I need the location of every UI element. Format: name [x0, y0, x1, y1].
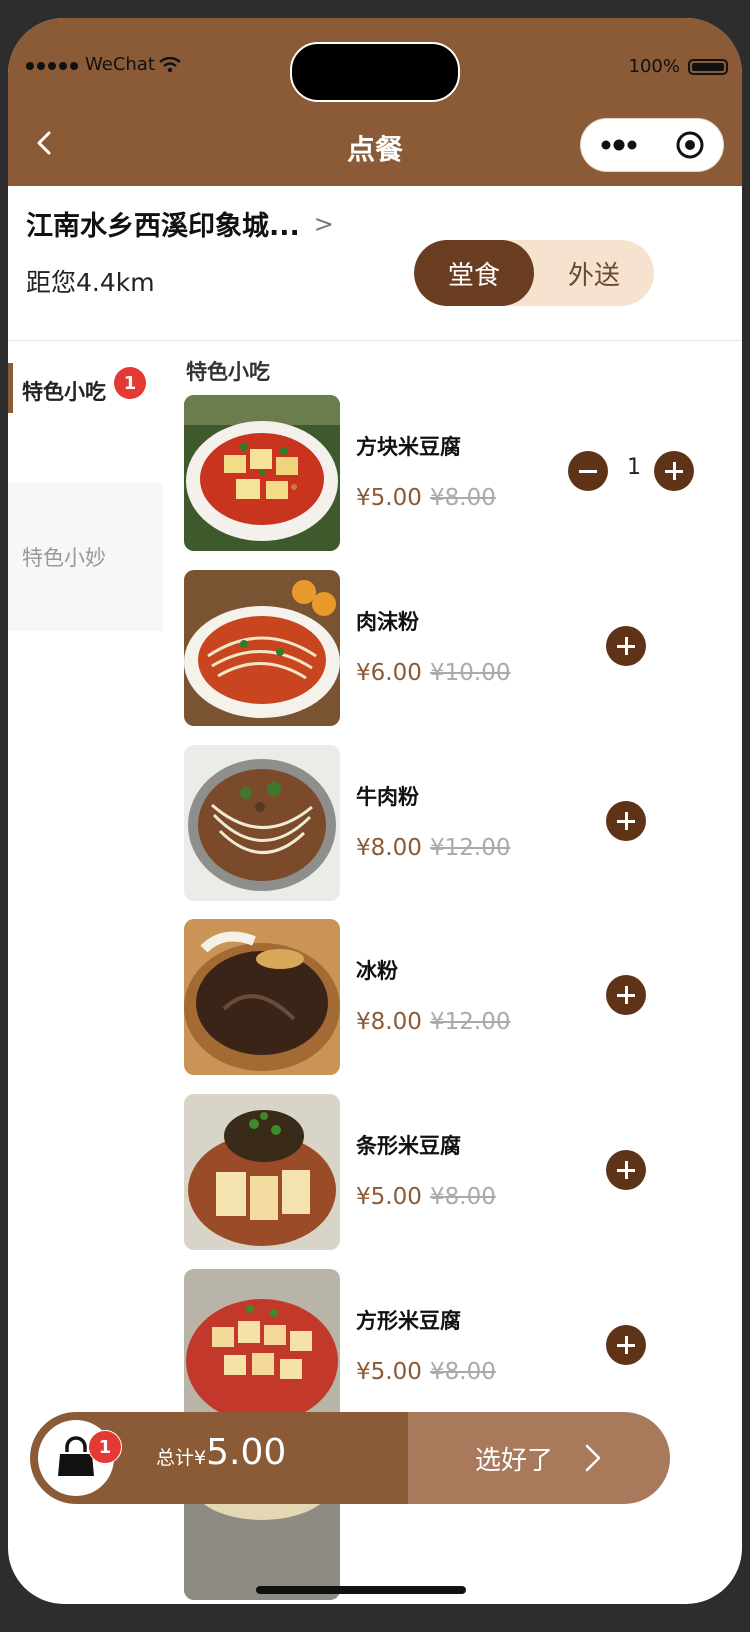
dish-original-price: ¥8.00	[430, 1359, 496, 1385]
dish-original-price: ¥12.00	[430, 1009, 511, 1035]
store-arrow-icon: >	[313, 209, 334, 238]
dine-in-tab[interactable]: 堂食	[414, 240, 534, 306]
dish-name: 牛肉粉	[356, 785, 419, 809]
total-label: 总计¥	[156, 1447, 207, 1469]
checkout-button[interactable]: 选好了	[408, 1412, 670, 1504]
add-to-cart-button[interactable]	[606, 801, 646, 841]
camera-notch	[290, 42, 460, 102]
delivery-tab[interactable]: 外送	[534, 240, 654, 306]
dish-price: ¥6.00	[356, 660, 422, 686]
dish-price: ¥5.00	[356, 1184, 422, 1210]
dish-name: 方块米豆腐	[356, 435, 461, 459]
dish-name: 冰粉	[356, 959, 398, 983]
wifi-icon	[159, 56, 181, 72]
cart-total: 总计¥ 5.00	[156, 1432, 286, 1473]
order-mode-toggle: 堂食 外送	[414, 240, 654, 306]
category-sidebar: 特色小吃 1 特色小妙	[8, 341, 163, 631]
dish-price: ¥8.00	[356, 1009, 422, 1035]
cart-bar: 总计¥ 5.00 选好了	[30, 1412, 670, 1504]
dish-image[interactable]	[184, 395, 340, 551]
signal-icon	[26, 54, 81, 75]
dish-image[interactable]	[184, 919, 340, 1075]
checkout-label: 选好了	[474, 1445, 553, 1476]
menu-item[interactable]: 条形米豆腐 ¥5.00 ¥8.00	[176, 1094, 736, 1252]
menu-item[interactable]: 肉沫粉 ¥6.00 ¥10.00	[176, 570, 736, 728]
carrier-name: WeChat	[85, 54, 155, 75]
store-info[interactable]: 江南水乡西溪印象城... > 距您4.4km	[26, 204, 334, 299]
status-right: 100%	[629, 56, 728, 77]
dish-image[interactable]	[184, 745, 340, 901]
dish-original-price: ¥10.00	[430, 660, 511, 686]
cart-summary[interactable]: 总计¥ 5.00	[30, 1412, 408, 1504]
dish-name: 肉沫粉	[356, 610, 419, 634]
add-to-cart-button[interactable]	[606, 1325, 646, 1365]
dish-price: ¥8.00	[356, 835, 422, 861]
dish-original-price: ¥12.00	[430, 835, 511, 861]
sidebar-item-label: 特色小吃	[22, 380, 106, 404]
store-name-row[interactable]: 江南水乡西溪印象城... >	[26, 204, 334, 243]
dish-name: 方形米豆腐	[356, 1309, 461, 1333]
status-left: WeChat	[26, 54, 181, 75]
section-title: 特色小吃	[186, 360, 270, 384]
add-to-cart-button[interactable]	[606, 1150, 646, 1190]
phone-screen: WeChat 100% 点餐 江南水乡西溪印象城... > 距您4.4km 堂食…	[8, 18, 742, 1604]
add-to-cart-button[interactable]	[606, 975, 646, 1015]
chevron-right-icon	[585, 1444, 601, 1472]
increase-quantity-button[interactable]	[654, 451, 694, 491]
close-miniprogram-icon[interactable]	[674, 129, 706, 161]
menu-item[interactable]: 牛肉粉 ¥8.00 ¥12.00	[176, 745, 736, 903]
header: WeChat 100% 点餐	[8, 18, 742, 186]
menu-item[interactable]: 方块米豆腐 ¥5.00 ¥8.00 1	[176, 395, 736, 553]
sidebar-item-stirfry[interactable]: 特色小妙	[8, 483, 163, 631]
store-distance: 距您4.4km	[26, 268, 155, 297]
home-indicator	[256, 1586, 466, 1594]
decrease-quantity-button[interactable]	[568, 451, 608, 491]
dish-price: ¥5.00	[356, 485, 422, 511]
dish-image[interactable]	[184, 570, 340, 726]
dish-name: 条形米豆腐	[356, 1134, 461, 1158]
dish-image[interactable]	[184, 1094, 340, 1250]
sidebar-item-snacks[interactable]: 特色小吃 1	[8, 341, 163, 441]
menu-item[interactable]: 冰粉 ¥8.00 ¥12.00	[176, 919, 736, 1077]
dish-original-price: ¥8.00	[430, 1184, 496, 1210]
dish-price: ¥5.00	[356, 1359, 422, 1385]
category-count-badge: 1	[114, 367, 146, 399]
store-name: 江南水乡西溪印象城...	[26, 211, 300, 242]
item-quantity: 1	[627, 455, 641, 480]
dish-image[interactable]	[184, 1269, 340, 1425]
menu-item[interactable]: 方形米豆腐 ¥5.00 ¥8.00	[176, 1269, 736, 1427]
battery-percent: 100%	[628, 56, 680, 77]
cart-count-badge: 1	[88, 1430, 122, 1464]
more-icon[interactable]	[599, 138, 639, 152]
add-to-cart-button[interactable]	[606, 626, 646, 666]
sidebar-item-label: 特色小妙	[22, 546, 106, 570]
miniprogram-capsule	[580, 118, 724, 172]
dish-original-price: ¥8.00	[430, 485, 496, 511]
battery-icon	[688, 58, 728, 75]
total-amount: 5.00	[206, 1432, 287, 1473]
